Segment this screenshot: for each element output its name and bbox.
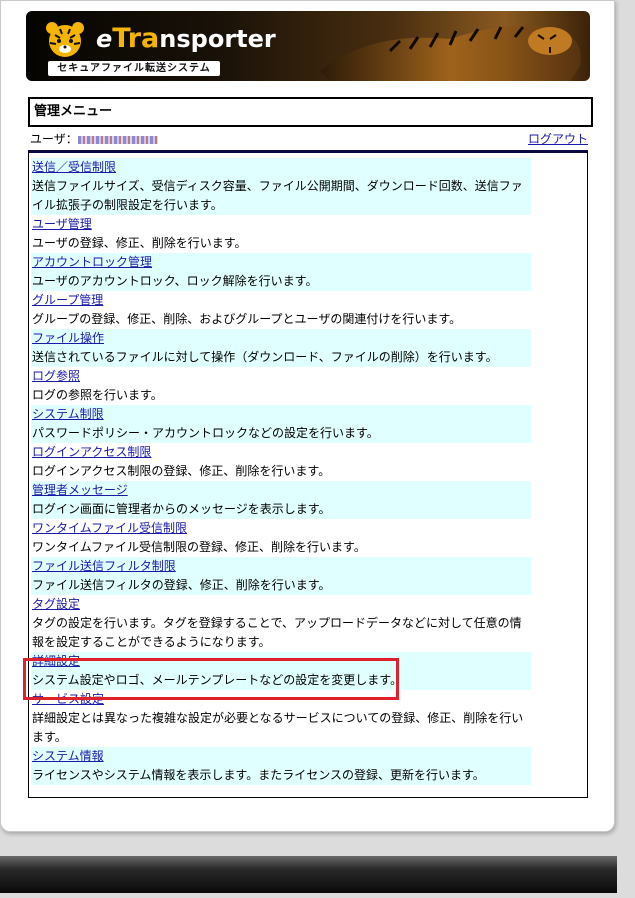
menu-link-system-info[interactable]: システム情報 (31, 747, 531, 766)
menu-link-admin-message[interactable]: 管理者メッセージ (31, 481, 531, 500)
menu-item: サービス設定 詳細設定とは異なった複雑な設定が必要となるサービスについての登録、… (31, 690, 531, 747)
menu-link-service-settings[interactable]: サービス設定 (31, 690, 531, 709)
menu-link-log-view[interactable]: ログ参照 (31, 367, 531, 386)
menu-item: タグ設定 タグの設定を行います。タグを登録することで、アップロードデータなどに対… (31, 595, 531, 652)
menu-link-send-receive-limit[interactable]: 送信／受信制限 (31, 158, 531, 177)
admin-menu-list: 送信／受信制限 送信ファイルサイズ、受信ディスク容量、ファイル公開期間、ダウンロ… (28, 150, 588, 798)
menu-item-description: 詳細設定とは異なった複雑な設定が必要となるサービスについての登録、修正、削除を行… (32, 711, 524, 744)
menu-item: システム情報 ライセンスやシステム情報を表示します。またライセンスの登録、更新を… (31, 747, 531, 785)
menu-link-group-management[interactable]: グループ管理 (31, 291, 531, 310)
menu-item-description: ユーザの登録、修正、削除を行います。 (32, 236, 247, 250)
page-title: 管理メニュー (28, 97, 593, 127)
menu-link-file-operations[interactable]: ファイル操作 (31, 329, 531, 348)
menu-item: 送信／受信制限 送信ファイルサイズ、受信ディスク容量、ファイル公開期間、ダウンロ… (31, 158, 531, 215)
menu-item: ログ参照 ログの参照を行います。 (31, 367, 531, 405)
menu-item-description: ログの参照を行います。 (32, 388, 163, 402)
menu-item: ユーザ管理 ユーザの登録、修正、削除を行います。 (31, 215, 531, 253)
app-header-banner: eTransporter セキュアファイル転送システム (26, 11, 590, 81)
menu-item-description: ファイル送信フィルタの登録、修正、削除を行います。 (32, 578, 331, 592)
logo-wordmark: eTransporter (96, 23, 276, 54)
menu-item-description: タグの設定を行います。タグを登録することで、アップロードデータなどに対して任意の… (32, 616, 522, 649)
menu-link-account-lock[interactable]: アカウントロック管理 (31, 253, 531, 272)
menu-item: 詳細設定 システム設定やロゴ、メールテンプレートなどの設定を変更します。 (31, 652, 531, 690)
menu-item-description: パスワードポリシー・アカウントロックなどの設定を行います。 (32, 426, 379, 440)
menu-link-detailed-settings[interactable]: 詳細設定 (31, 652, 531, 671)
user-info-row: ユーザ： ログアウト (30, 130, 588, 148)
menu-item-description: グループの登録、修正、削除、およびグループとユーザの関連付けを行います。 (32, 312, 462, 326)
main-card: eTransporter セキュアファイル転送システム 管理メニュー ユーザ： … (0, 0, 615, 832)
menu-item: ワンタイムファイル受信制限 ワンタイムファイル受信制限の登録、修正、削除を行いま… (31, 519, 531, 557)
user-label: ユーザ： (30, 132, 78, 146)
page-footer-bar (0, 856, 617, 893)
logo-subtitle: セキュアファイル転送システム (48, 61, 220, 76)
menu-item-description: 送信ファイルサイズ、受信ディスク容量、ファイル公開期間、ダウンロード回数、送信フ… (32, 179, 523, 212)
menu-link-system-limit[interactable]: システム制限 (31, 405, 531, 424)
menu-item: ログインアクセス制限 ログインアクセス制限の登録、修正、削除を行います。 (31, 443, 531, 481)
menu-link-user-management[interactable]: ユーザ管理 (31, 215, 531, 234)
menu-link-file-send-filter[interactable]: ファイル送信フィルタ制限 (31, 557, 531, 576)
menu-link-login-access-limit[interactable]: ログインアクセス制限 (31, 443, 531, 462)
menu-item: ファイル送信フィルタ制限 ファイル送信フィルタの登録、修正、削除を行います。 (31, 557, 531, 595)
menu-item: システム制限 パスワードポリシー・アカウントロックなどの設定を行います。 (31, 405, 531, 443)
menu-item-description: ユーザのアカウントロック、ロック解除を行います。 (32, 274, 318, 288)
tiger-logo-icon (46, 22, 84, 57)
menu-link-tag-settings[interactable]: タグ設定 (31, 595, 531, 614)
menu-item-description: 送信されているファイルに対して操作（ダウンロード、ファイルの削除）を行います。 (32, 350, 498, 364)
menu-item-description: ライセンスやシステム情報を表示します。またライセンスの登録、更新を行います。 (32, 768, 485, 782)
menu-item: ファイル操作 送信されているファイルに対して操作（ダウンロード、ファイルの削除）… (31, 329, 531, 367)
user-name-redacted (77, 135, 158, 144)
menu-link-onetime-receive-limit[interactable]: ワンタイムファイル受信制限 (31, 519, 531, 538)
logout-link[interactable]: ログアウト (528, 130, 588, 148)
menu-item: アカウントロック管理 ユーザのアカウントロック、ロック解除を行います。 (31, 253, 531, 291)
tiger-banner-image (320, 25, 581, 81)
menu-item-description: システム設定やロゴ、メールテンプレートなどの設定を変更します。 (32, 673, 403, 687)
menu-item-description: ログインアクセス制限の登録、修正、削除を行います。 (32, 464, 331, 478)
menu-item: 管理者メッセージ ログイン画面に管理者からのメッセージを表示します。 (31, 481, 531, 519)
menu-item-description: ログイン画面に管理者からのメッセージを表示します。 (32, 502, 331, 516)
menu-item-description: ワンタイムファイル受信制限の登録、修正、削除を行います。 (32, 540, 366, 554)
menu-item: グループ管理 グループの登録、修正、削除、およびグループとユーザの関連付けを行い… (31, 291, 531, 329)
